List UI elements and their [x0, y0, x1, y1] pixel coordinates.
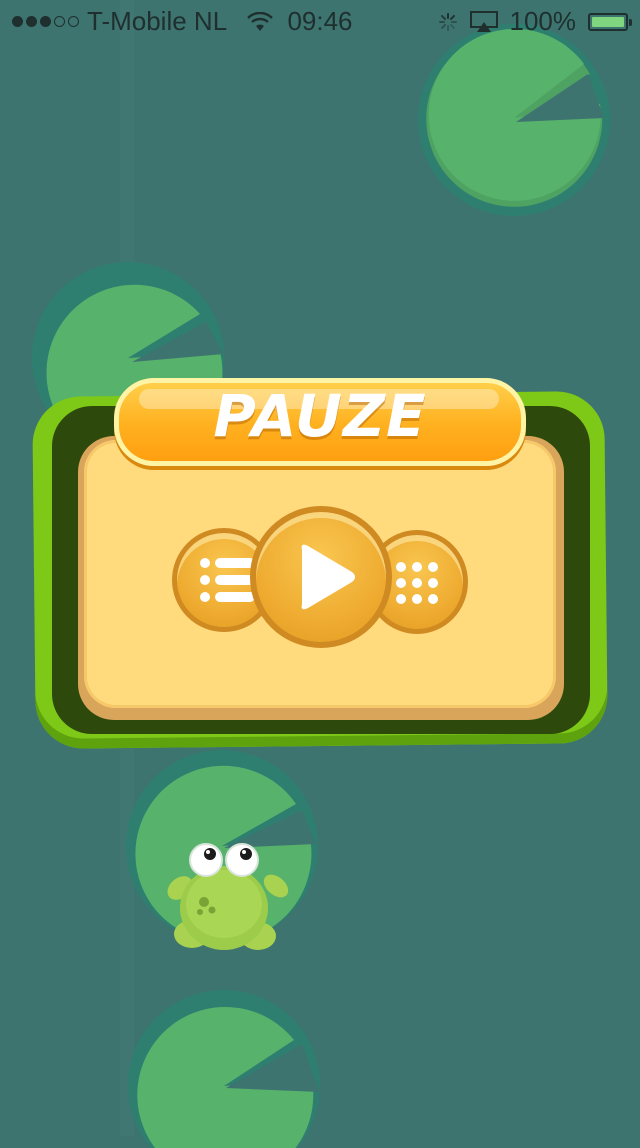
play-icon [301, 544, 355, 610]
battery-icon [588, 12, 632, 31]
activity-spinner-icon [438, 12, 457, 31]
frog-character [167, 843, 289, 950]
pause-title: PAUZE [213, 382, 427, 450]
lily-pad-bottom [128, 990, 320, 1148]
battery-percent: 100% [509, 6, 577, 36]
play-button[interactable] [250, 506, 392, 648]
airplay-icon [469, 10, 498, 32]
status-bar: T-Mobile NL 09:46 100% [0, 0, 640, 40]
lily-pad-top-right [418, 24, 610, 216]
